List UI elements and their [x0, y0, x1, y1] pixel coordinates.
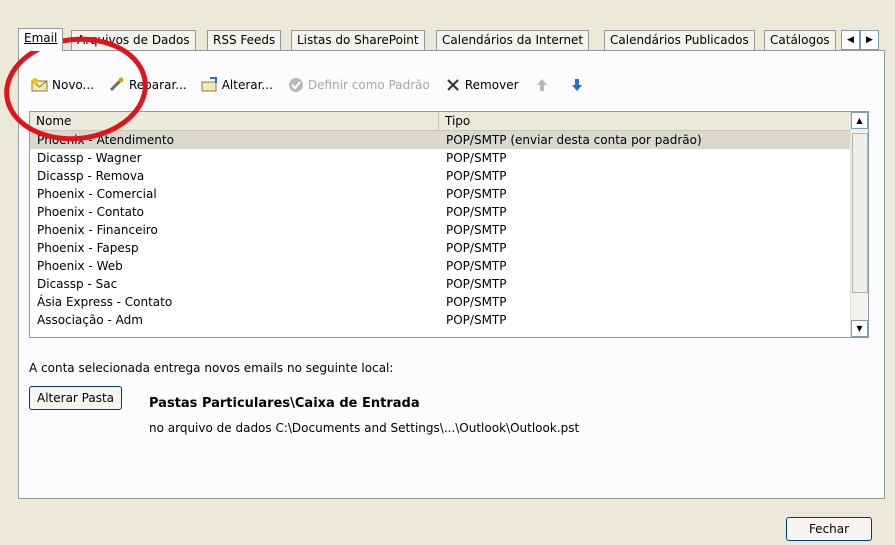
- list-item[interactable]: Dicassp - Sac POP/SMTP: [30, 275, 850, 293]
- arrow-up-icon: [533, 76, 551, 94]
- tab-sharepoint-lists[interactable]: Listas do SharePoint: [291, 30, 425, 50]
- list-item[interactable]: Dicassp - Remova POP/SMTP: [30, 167, 850, 185]
- list-item[interactable]: Phoenix - Contato POP/SMTP: [30, 203, 850, 221]
- arrow-down-icon: ▼: [856, 324, 863, 333]
- delivery-info-text: A conta selecionada entrega novos emails…: [29, 361, 394, 375]
- repair-tools-icon: [108, 76, 126, 94]
- checkmark-circle-icon: [287, 76, 305, 94]
- remove-button[interactable]: Remover: [444, 76, 519, 94]
- list-item[interactable]: Ásia Express - Contato POP/SMTP: [30, 293, 850, 311]
- list-item[interactable]: Phoenix - Comercial POP/SMTP: [30, 185, 850, 203]
- scrollbar-thumb[interactable]: [852, 133, 868, 293]
- account-list[interactable]: Nome Tipo Phoenix - Atendimento POP/SMTP …: [29, 111, 869, 338]
- tab-internet-calendars[interactable]: Calendários da Internet: [436, 30, 590, 50]
- remove-x-icon: [444, 76, 462, 94]
- list-item[interactable]: Phoenix - Web POP/SMTP: [30, 257, 850, 275]
- arrow-right-icon: ▶: [866, 35, 873, 45]
- tab-scroll-right-button[interactable]: ▶: [860, 30, 879, 50]
- scroll-up-button[interactable]: ▲: [851, 112, 868, 129]
- set-default-button[interactable]: Definir como Padrão: [287, 76, 430, 94]
- change-account-icon: [201, 76, 219, 94]
- tab-catalogs[interactable]: Catálogos: [764, 30, 836, 50]
- close-button[interactable]: Fechar: [786, 517, 872, 541]
- move-up-button[interactable]: [533, 76, 554, 94]
- list-item[interactable]: Phoenix - Fapesp POP/SMTP: [30, 239, 850, 257]
- vertical-scrollbar[interactable]: ▲ ▼: [850, 112, 868, 337]
- arrow-up-icon: ▲: [856, 116, 863, 125]
- new-mail-icon: [31, 76, 49, 94]
- list-item[interactable]: Phoenix - Atendimento POP/SMTP (enviar de…: [30, 131, 850, 149]
- column-header-name[interactable]: Nome: [30, 112, 439, 130]
- repair-button[interactable]: Reparar...: [108, 76, 187, 94]
- list-item[interactable]: Phoenix - Financeiro POP/SMTP: [30, 221, 850, 239]
- scroll-down-button[interactable]: ▼: [851, 320, 868, 337]
- list-item[interactable]: Dicassp - Wagner POP/SMTP: [30, 149, 850, 167]
- list-rows: Phoenix - Atendimento POP/SMTP (enviar de…: [30, 131, 850, 337]
- tab-strip: Email Arquivos de Dados RSS Feeds Listas…: [18, 28, 885, 51]
- tab-rss-feeds[interactable]: RSS Feeds: [207, 30, 282, 50]
- list-item[interactable]: Associação - Adm POP/SMTP: [30, 311, 850, 329]
- arrow-down-icon: [568, 76, 586, 94]
- tab-data-files[interactable]: Arquivos de Dados: [71, 30, 196, 50]
- tab-scroll-left-button[interactable]: ◀: [841, 30, 860, 50]
- move-down-button[interactable]: [568, 76, 589, 94]
- change-button[interactable]: Alterar...: [201, 76, 273, 94]
- arrow-left-icon: ◀: [847, 35, 854, 45]
- email-accounts-panel: Novo... Reparar... Alterar... Definir co…: [18, 50, 885, 499]
- column-header-type[interactable]: Tipo: [439, 112, 868, 130]
- delivery-folder-title: Pastas Particulares\Caixa de Entrada: [149, 396, 420, 411]
- new-account-button[interactable]: Novo...: [31, 76, 94, 94]
- change-folder-button[interactable]: Alterar Pasta: [29, 386, 123, 410]
- list-header: Nome Tipo: [30, 112, 868, 131]
- toolbar: Novo... Reparar... Alterar... Definir co…: [31, 73, 603, 97]
- tab-published-calendars[interactable]: Calendários Publicados: [604, 30, 755, 50]
- tab-email[interactable]: Email: [18, 28, 64, 51]
- delivery-folder-path: no arquivo de dados C:\Documents and Set…: [149, 421, 580, 435]
